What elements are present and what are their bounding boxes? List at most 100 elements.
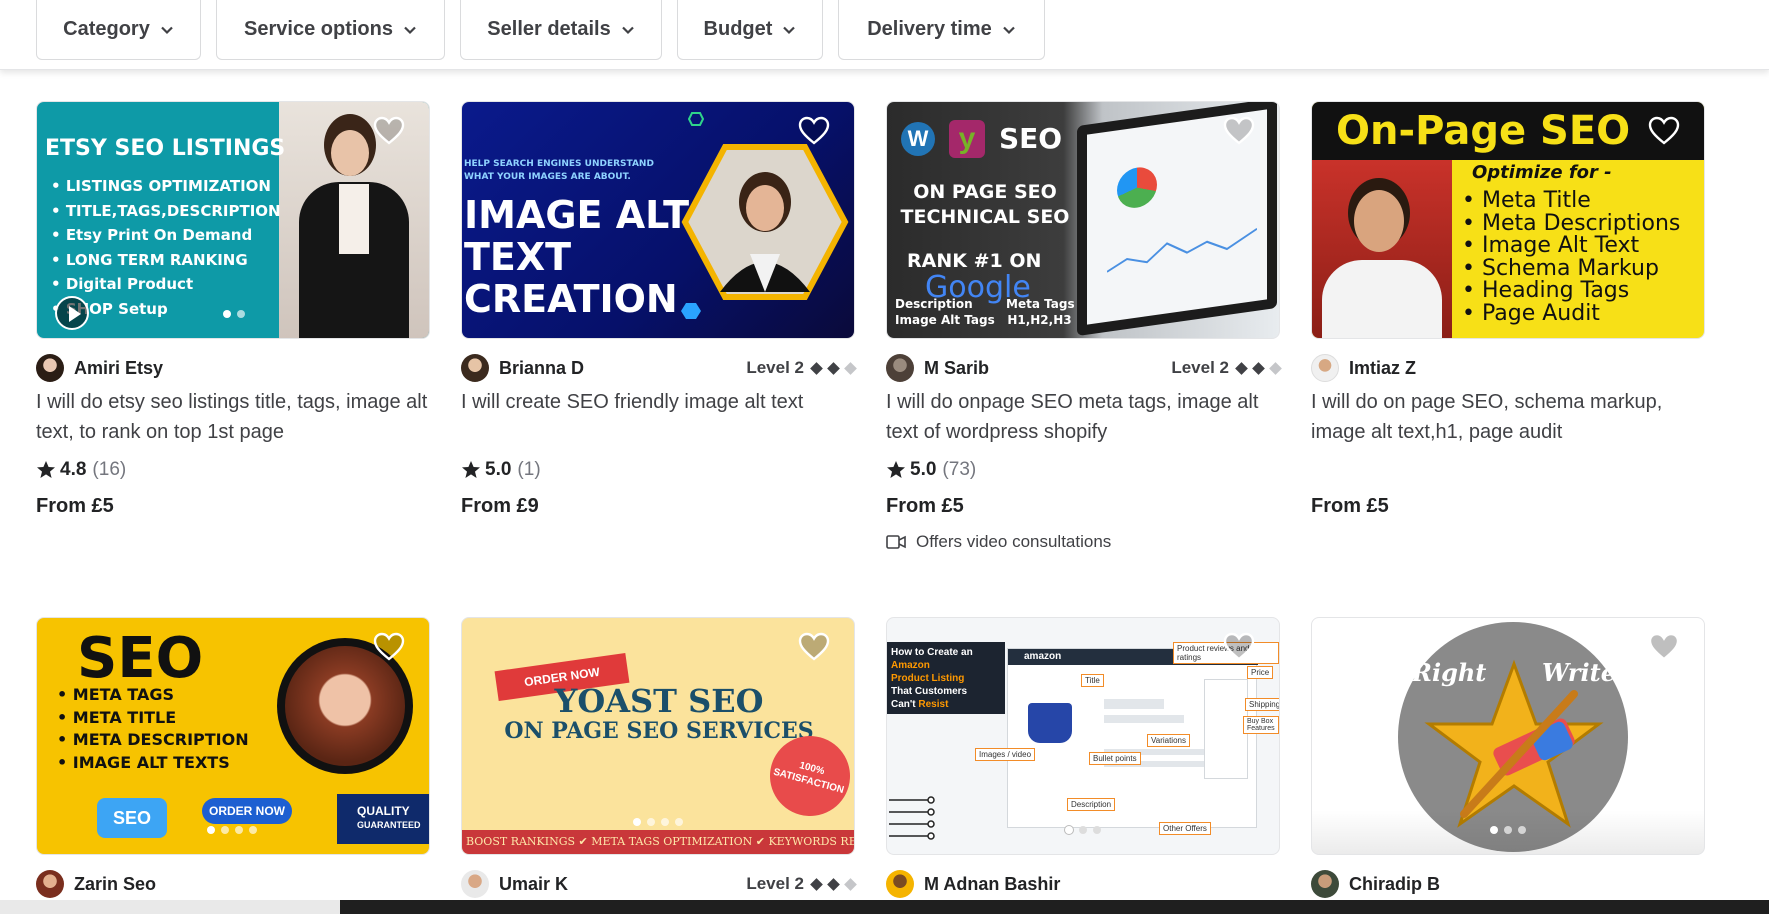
seller-row: M Adnan Bashir [886, 869, 1280, 899]
callout: Bullet points [1089, 752, 1141, 765]
favorite-heart-icon[interactable] [373, 116, 405, 146]
seller-name[interactable]: Brianna D [499, 358, 584, 379]
wordpress-logo: W [901, 122, 935, 156]
thumb-headline: On-Page SEO [1336, 108, 1631, 154]
gig-thumbnail[interactable]: ETSY SEO LISTINGS • LISTINGS OPTIMIZATIO… [36, 101, 430, 339]
gig-card[interactable]: Right Write Chiradip B [1311, 617, 1705, 899]
gig-card[interactable]: How to Create an Amazon Product Listing … [886, 617, 1280, 899]
favorite-heart-icon[interactable] [1223, 632, 1255, 662]
avatar[interactable] [36, 354, 64, 382]
avatar[interactable] [36, 870, 64, 898]
seller-name[interactable]: M Adnan Bashir [924, 874, 1060, 895]
gig-price: From £9 [461, 495, 539, 517]
filter-category-button[interactable]: Category [36, 0, 201, 60]
star-icon [462, 461, 480, 478]
gig-card[interactable]: W y SEO ON PAGE SEO TECHNICAL SEO RANK #… [886, 101, 1282, 552]
gig-thumbnail[interactable]: W y SEO ON PAGE SEO TECHNICAL SEO RANK #… [886, 101, 1280, 339]
thumb-headline: YOAST SEO [554, 682, 764, 720]
gig-card[interactable]: HELP SEARCH ENGINES UNDERSTAND WHAT YOUR… [461, 101, 857, 518]
gig-title[interactable]: I will do on page SEO, schema markup, im… [1311, 387, 1705, 447]
yoast-logo: y [949, 120, 985, 158]
avatar[interactable] [1311, 870, 1339, 898]
rating-count: (16) [92, 459, 127, 480]
bullet-line-graphic [889, 796, 935, 840]
thumb-bullets: • META TAGS • META TITLE • META DESCRIPT… [57, 685, 249, 772]
thumb-headline: ETSY SEO LISTINGS [45, 136, 286, 161]
seller-row: Brianna D Level 2 [461, 353, 857, 383]
favorite-heart-icon[interactable] [373, 632, 405, 662]
seller-row: Chiradip B [1311, 869, 1705, 899]
gig-thumbnail[interactable]: Right Write [1311, 617, 1705, 855]
thumb-rank: RANK #1 ON [907, 250, 1042, 272]
avatar[interactable] [1311, 354, 1339, 382]
gig-card[interactable]: SEO • META TAGS • META TITLE • META DESC… [36, 617, 430, 899]
gig-price: From £5 [1311, 495, 1389, 517]
gig-title[interactable]: I will do onpage SEO meta tags, image al… [886, 387, 1280, 447]
seller-row: Umair K Level 2 [461, 869, 857, 899]
seller-level-badge: Level 2 [746, 358, 857, 378]
gig-title[interactable]: I will create SEO friendly image alt tex… [461, 387, 855, 447]
filter-seller-details-button[interactable]: Seller details [460, 0, 662, 60]
callout: Buy Box Features [1243, 716, 1279, 734]
gig-thumbnail[interactable]: ORDER NOW YOAST SEO ON PAGE SEO SERVICES… [461, 617, 855, 855]
gig-title[interactable]: I will do etsy seo listings title, tags,… [36, 387, 430, 447]
chevron-down-icon [404, 26, 416, 34]
gig-rating: 4.8 (16) [36, 457, 430, 483]
filter-service-options-button[interactable]: Service options [216, 0, 445, 60]
seller-photo [279, 102, 429, 338]
callout: Title [1081, 674, 1104, 687]
seller-name[interactable]: Zarin Seo [74, 874, 156, 895]
thumb-bullets: • LISTINGS OPTIMIZATION • TITLE,TAGS,DES… [51, 177, 281, 318]
carousel-dots [887, 826, 1279, 834]
star-icon [37, 461, 55, 478]
gig-card[interactable]: On-Page SEO Optimize for - • Meta Title … [1311, 101, 1705, 518]
gig-thumbnail[interactable]: SEO • META TAGS • META TITLE • META DESC… [36, 617, 430, 855]
thumb-captions: Description Meta Tags Image Alt Tags H1,… [895, 297, 1075, 327]
star-logo [1424, 659, 1604, 828]
favorite-heart-icon[interactable] [1648, 632, 1680, 662]
favorite-heart-icon[interactable] [1648, 116, 1680, 146]
chevron-down-icon [621, 26, 634, 34]
favorite-heart-icon[interactable] [798, 116, 830, 146]
carousel-dots [1312, 826, 1704, 834]
seller-level-badge: Level 2 [746, 874, 857, 894]
avatar[interactable] [886, 354, 914, 382]
gig-thumbnail[interactable]: HELP SEARCH ENGINES UNDERSTAND WHAT YOUR… [461, 101, 855, 339]
filter-delivery-time-label: Delivery time [867, 18, 992, 40]
gig-thumbnail[interactable]: On-Page SEO Optimize for - • Meta Title … [1311, 101, 1705, 339]
seller-name[interactable]: M Sarib [924, 358, 989, 379]
gig-thumbnail[interactable]: How to Create an Amazon Product Listing … [886, 617, 1280, 855]
video-consultation-note: Offers video consultations [886, 532, 1280, 552]
gig-card[interactable]: ETSY SEO LISTINGS • LISTINGS OPTIMIZATIO… [36, 101, 430, 518]
filter-category-label: Category [63, 18, 150, 40]
carousel-dots [462, 818, 854, 826]
gig-card[interactable]: ORDER NOW YOAST SEO ON PAGE SEO SERVICES… [461, 617, 857, 899]
gig-rating [1311, 457, 1705, 483]
favorite-heart-icon[interactable] [798, 632, 830, 662]
seller-name[interactable]: Amiri Etsy [74, 358, 163, 379]
avatar[interactable] [461, 354, 489, 382]
gig-rating: 5.0 (73) [886, 457, 1280, 483]
seller-name[interactable]: Imtiaz Z [1349, 358, 1416, 379]
avatar[interactable] [886, 870, 914, 898]
filter-delivery-time-button[interactable]: Delivery time [838, 0, 1045, 60]
gig-price: From £5 [886, 495, 964, 517]
callout: Images / video [975, 748, 1036, 761]
filter-seller-details-label: Seller details [487, 18, 611, 40]
thumb-headline: SEO [77, 626, 204, 691]
avatar[interactable] [461, 870, 489, 898]
carousel-dots [37, 826, 429, 834]
chevron-down-icon [783, 26, 796, 34]
filter-budget-button[interactable]: Budget [677, 0, 823, 60]
thumb-tagline: HELP SEARCH ENGINES UNDERSTAND WHAT YOUR… [464, 159, 654, 182]
filter-budget-label: Budget [703, 18, 773, 40]
thumb-subheadline: Optimize for - [1472, 162, 1612, 183]
favorite-heart-icon[interactable] [1223, 116, 1255, 146]
seller-row: Amiri Etsy [36, 353, 430, 383]
seller-name[interactable]: Umair K [499, 874, 568, 895]
rating-score: 4.8 [60, 459, 87, 480]
thumb-footer-strip: BOOST RANKINGS ✔ META TAGS OPTIMIZATION … [462, 830, 854, 854]
thumb-bullets: • Meta Title • Meta Descriptions • Image… [1462, 188, 1681, 326]
seller-name[interactable]: Chiradip B [1349, 874, 1440, 895]
thumb-caption-box: How to Create an Amazon Product Listing … [887, 642, 1005, 714]
